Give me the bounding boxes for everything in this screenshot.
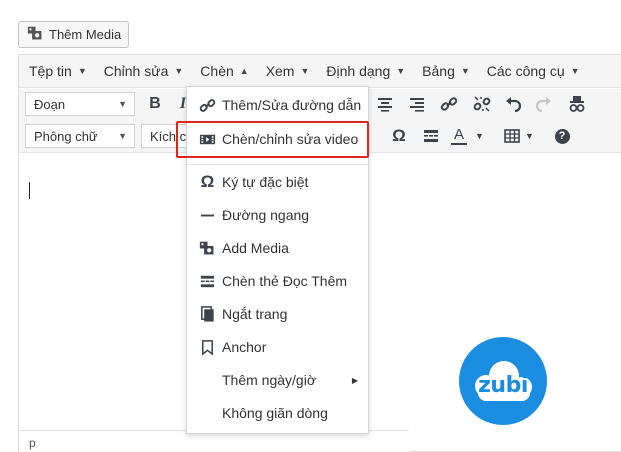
menu-item-label: Không giãn dòng: [222, 405, 328, 421]
menu-tools[interactable]: Các công cụ ▼: [487, 63, 580, 79]
menu-item-label: Ngắt trang: [222, 306, 288, 322]
chevron-right-icon: ▶: [351, 375, 358, 385]
zubi-logo: zubi: [459, 337, 547, 425]
add-media-button[interactable]: Thêm Media: [18, 21, 129, 48]
format-select-value: Đoạn: [34, 96, 66, 112]
menu-format[interactable]: Định dạng ▼: [326, 63, 405, 79]
align-right-button[interactable]: [405, 92, 429, 116]
link-icon: [198, 96, 217, 115]
logo-text: zubi: [478, 373, 528, 398]
special-char-button[interactable]: Ω: [387, 124, 411, 148]
element-path[interactable]: p: [29, 436, 36, 450]
undo-button[interactable]: [501, 92, 525, 116]
chevron-down-icon: ▼: [77, 66, 87, 76]
add-media-label: Thêm Media: [49, 27, 122, 42]
menu-item-read-more[interactable]: Chèn thẻ Đọc Thêm: [187, 265, 368, 297]
menu-view[interactable]: Xem ▼: [266, 63, 310, 79]
redo-icon: [535, 97, 551, 113]
chevron-down-icon: ▼: [118, 99, 127, 109]
menu-separator: [187, 164, 368, 165]
bold-button[interactable]: B: [143, 92, 167, 116]
menu-format-label: Định dạng: [326, 63, 391, 79]
menu-edit[interactable]: Chỉnh sửa ▼: [104, 63, 184, 79]
text-color-button[interactable]: A ▼: [451, 124, 489, 148]
editor-menubar: Tệp tin ▼ Chỉnh sửa ▼ Chèn ▲ Xem ▼ Định dạng…: [19, 55, 621, 88]
chevron-down-icon: ▼: [570, 66, 580, 76]
chevron-down-icon: ▼: [460, 66, 470, 76]
incognito-button[interactable]: [565, 92, 589, 116]
chevron-down-icon: ▼: [396, 66, 406, 76]
help-button[interactable]: ?: [550, 124, 574, 148]
menu-item-add-media[interactable]: Add Media: [187, 232, 368, 264]
menu-insert[interactable]: Chèn ▲: [200, 63, 248, 79]
bookmark-icon: [198, 338, 217, 357]
omega-icon: Ω: [392, 126, 406, 145]
menu-item-insert-link[interactable]: Thêm/Sửa đường dẫn: [187, 89, 368, 121]
menu-item-anchor[interactable]: Anchor: [187, 331, 368, 363]
menu-item-label: Anchor: [222, 339, 267, 355]
help-icon: ?: [554, 128, 570, 144]
font-family-select[interactable]: Phông chữ ▼: [25, 124, 135, 148]
menu-item-special-character[interactable]: Ω Ký tự đặc biệt: [187, 166, 368, 198]
page-break-icon: [198, 305, 217, 324]
menu-file[interactable]: Tệp tin ▼: [29, 63, 87, 79]
menu-view-label: Xem: [265, 63, 295, 79]
menu-item-nonbreaking[interactable]: Không giãn dòng: [187, 397, 368, 429]
link-icon: [440, 97, 458, 111]
read-more-icon: [424, 130, 438, 142]
link-button[interactable]: [437, 92, 461, 116]
menu-table[interactable]: Bảng ▼: [422, 63, 470, 79]
bold-icon: B: [149, 95, 161, 112]
menu-file-label: Tệp tin: [29, 63, 72, 79]
table-icon: [504, 129, 520, 143]
menu-item-label: Add Media: [222, 240, 289, 256]
menu-item-label: Chèn thẻ Đọc Thêm: [222, 273, 348, 289]
menu-item-label: Đường ngang: [222, 207, 310, 223]
align-center-button[interactable]: [373, 92, 397, 116]
chevron-down-icon: ▼: [525, 131, 534, 141]
horizontal-rule-button[interactable]: [419, 124, 443, 148]
read-more-icon: [198, 272, 217, 291]
text-color-icon: A: [451, 127, 468, 145]
menu-item-page-break[interactable]: Ngắt trang: [187, 298, 368, 330]
font-family-value: Phông chữ: [34, 128, 98, 144]
menu-item-horizontal-line[interactable]: Đường ngang: [187, 199, 368, 231]
undo-icon: [506, 97, 522, 113]
menu-insert-label: Chèn: [200, 63, 234, 79]
incognito-icon: [569, 96, 585, 112]
chevron-down-icon: ▼: [118, 131, 127, 141]
menu-item-label: Thêm ngày/giờ: [222, 372, 317, 388]
chevron-up-icon: ▲: [239, 66, 249, 76]
omega-icon: Ω: [200, 172, 215, 191]
chevron-down-icon: ▼: [300, 66, 310, 76]
menu-item-insert-datetime[interactable]: Thêm ngày/giờ ▶: [187, 364, 368, 396]
align-right-icon: [410, 98, 424, 112]
chevron-down-icon: ▼: [475, 131, 484, 141]
cloud-icon: zubi: [468, 358, 538, 404]
unlink-button[interactable]: [470, 92, 494, 116]
format-select[interactable]: Đoạn ▼: [25, 92, 135, 116]
menu-edit-label: Chỉnh sửa: [103, 63, 169, 79]
chevron-down-icon: ▼: [174, 66, 184, 76]
redo-button[interactable]: [532, 92, 556, 116]
media-icon: [27, 25, 44, 45]
media-icon: [198, 239, 217, 258]
unlink-icon: [473, 96, 491, 112]
menu-table-label: Bảng: [422, 63, 455, 79]
menu-tools-label: Các công cụ: [486, 63, 565, 79]
highlight-annotation: [176, 121, 369, 158]
horizontal-line-icon: [198, 206, 217, 225]
table-button[interactable]: ▼: [503, 124, 543, 148]
menu-item-label: Thêm/Sửa đường dẫn: [222, 97, 362, 113]
text-cursor: [29, 182, 30, 199]
menu-item-label: Ký tự đặc biệt: [222, 174, 309, 190]
align-center-icon: [378, 98, 392, 112]
